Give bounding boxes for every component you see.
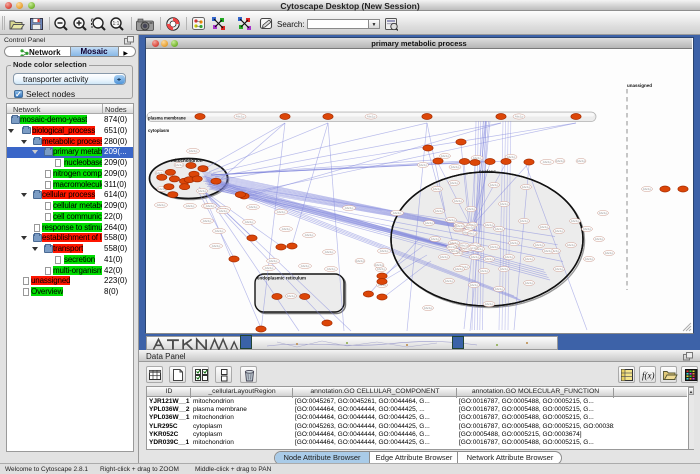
svg-text:Abc1p: Abc1p [485, 302, 494, 306]
svg-text:Abc1p: Abc1p [445, 279, 454, 283]
svg-text:f(x): f(x) [642, 371, 655, 381]
svg-text:Abc1p: Abc1p [520, 219, 529, 223]
svg-text:Abc1p: Abc1p [470, 283, 479, 287]
svg-text:Abc1p: Abc1p [305, 233, 314, 237]
svg-text:Abc1p: Abc1p [490, 183, 499, 187]
svg-text:Abc1p: Abc1p [450, 181, 459, 185]
svg-text:Abc1p: Abc1p [485, 257, 494, 261]
svg-text:Abc1p: Abc1p [525, 257, 534, 261]
svg-text:Abc1p: Abc1p [543, 160, 552, 164]
svg-text:Abc1p: Abc1p [500, 202, 509, 206]
svg-text:Abc1p: Abc1p [535, 243, 544, 247]
svg-text:Abc1p: Abc1p [490, 245, 499, 249]
svg-text:Abc1p: Abc1p [571, 219, 580, 223]
svg-text:Abc1p: Abc1p [435, 209, 444, 213]
svg-text:Abc1p: Abc1p [447, 245, 456, 249]
svg-text:Abc1p: Abc1p [356, 259, 365, 263]
svg-text:Abc1p: Abc1p [540, 225, 549, 229]
svg-text:Abc1p: Abc1p [455, 267, 464, 271]
svg-text:Abc1p: Abc1p [466, 226, 475, 230]
svg-text:Abc1p: Abc1p [282, 227, 291, 231]
svg-text:Abc1p: Abc1p [605, 251, 614, 255]
svg-text:Abc1p: Abc1p [515, 115, 524, 119]
svg-text:Abc1p: Abc1p [556, 159, 565, 163]
svg-text:Abc1p: Abc1p [215, 229, 224, 233]
svg-text:Abc1p: Abc1p [585, 257, 594, 261]
svg-text:Abc1p: Abc1p [206, 204, 215, 208]
svg-text:Abc1p: Abc1p [203, 219, 212, 223]
svg-text:Abc1p: Abc1p [555, 267, 564, 271]
svg-text:Abc1p: Abc1p [367, 115, 376, 119]
svg-text:Abc1p: Abc1p [495, 287, 504, 291]
svg-text:Abc1p: Abc1p [301, 264, 310, 268]
svg-text:unassigned: unassigned [627, 83, 652, 88]
svg-text:Abc1p: Abc1p [643, 187, 652, 191]
svg-text:Abc1p: Abc1p [189, 149, 198, 153]
svg-text:Abc1p: Abc1p [485, 223, 494, 227]
svg-text:Abc1p: Abc1p [375, 263, 384, 267]
svg-text:Abc1p: Abc1p [471, 255, 480, 259]
svg-text:Abc1p: Abc1p [544, 249, 553, 253]
svg-text:Abc1p: Abc1p [495, 227, 504, 231]
svg-text:Abc1p: Abc1p [157, 203, 166, 207]
svg-text:Abc1p: Abc1p [451, 165, 460, 169]
svg-text:Abc1p: Abc1p [447, 218, 456, 222]
svg-text:Abc1p: Abc1p [456, 224, 465, 228]
svg-text:Abc1p: Abc1p [265, 266, 274, 270]
svg-text:Abc1p: Abc1p [505, 255, 514, 259]
svg-text:Abc1p: Abc1p [510, 241, 519, 245]
svg-text:Abc1p: Abc1p [325, 250, 334, 254]
svg-text:Abc1p: Abc1p [480, 269, 489, 273]
svg-text:Abc1p: Abc1p [424, 306, 433, 310]
svg-text:Abc1p: Abc1p [219, 209, 228, 213]
svg-text:Abc1p: Abc1p [467, 207, 476, 211]
svg-text:Abc1p: Abc1p [249, 205, 258, 209]
svg-text:endoplasmic reticulum: endoplasmic reticulum [257, 276, 306, 281]
svg-text:Abc1p: Abc1p [599, 211, 608, 215]
svg-text:Abc1p: Abc1p [440, 255, 449, 259]
svg-text:Abc1p: Abc1p [345, 206, 354, 210]
svg-text:Abc1p: Abc1p [236, 115, 245, 119]
svg-text:Abc1p: Abc1p [186, 204, 195, 208]
svg-text:Abc1p: Abc1p [419, 163, 428, 167]
svg-text:Abc1p: Abc1p [460, 244, 469, 248]
svg-text:Abc1p: Abc1p [198, 189, 207, 193]
svg-text:Abc1p: Abc1p [454, 199, 463, 203]
svg-text:Abc1p: Abc1p [245, 220, 254, 224]
svg-text:Abc1p: Abc1p [525, 281, 534, 285]
svg-text:1:1: 1:1 [113, 21, 120, 27]
svg-text:cytoplasm: cytoplasm [148, 128, 169, 133]
svg-text:Abc1p: Abc1p [555, 229, 564, 233]
svg-text:Abc1p: Abc1p [567, 243, 576, 247]
svg-text:Abc1p: Abc1p [595, 237, 604, 241]
svg-text:Abc1p: Abc1p [175, 163, 184, 167]
svg-text:Abc1p: Abc1p [425, 221, 434, 225]
svg-text:Abc1p: Abc1p [287, 294, 296, 298]
svg-text:Abc1p: Abc1p [327, 267, 336, 271]
svg-text:Abc1p: Abc1p [577, 159, 586, 163]
svg-text:Abc1p: Abc1p [522, 185, 531, 189]
svg-text:Abc1p: Abc1p [277, 210, 286, 214]
svg-text:Abc1p: Abc1p [269, 259, 278, 263]
svg-text:Abc1p: Abc1p [380, 249, 389, 253]
svg-text:Abc1p: Abc1p [433, 187, 442, 191]
svg-text:plasma membrane: plasma membrane [148, 116, 186, 121]
svg-text:Abc1p: Abc1p [431, 237, 440, 241]
svg-text:nucleus: nucleus [479, 169, 497, 174]
svg-text:Abc1p: Abc1p [468, 232, 477, 236]
svg-text:Abc1p: Abc1p [441, 154, 450, 158]
svg-text:Abc1p: Abc1p [393, 211, 402, 215]
svg-text:Abc1p: Abc1p [583, 227, 592, 231]
svg-text:Abc1p: Abc1p [500, 267, 509, 271]
svg-text:Abc1p: Abc1p [212, 244, 221, 248]
